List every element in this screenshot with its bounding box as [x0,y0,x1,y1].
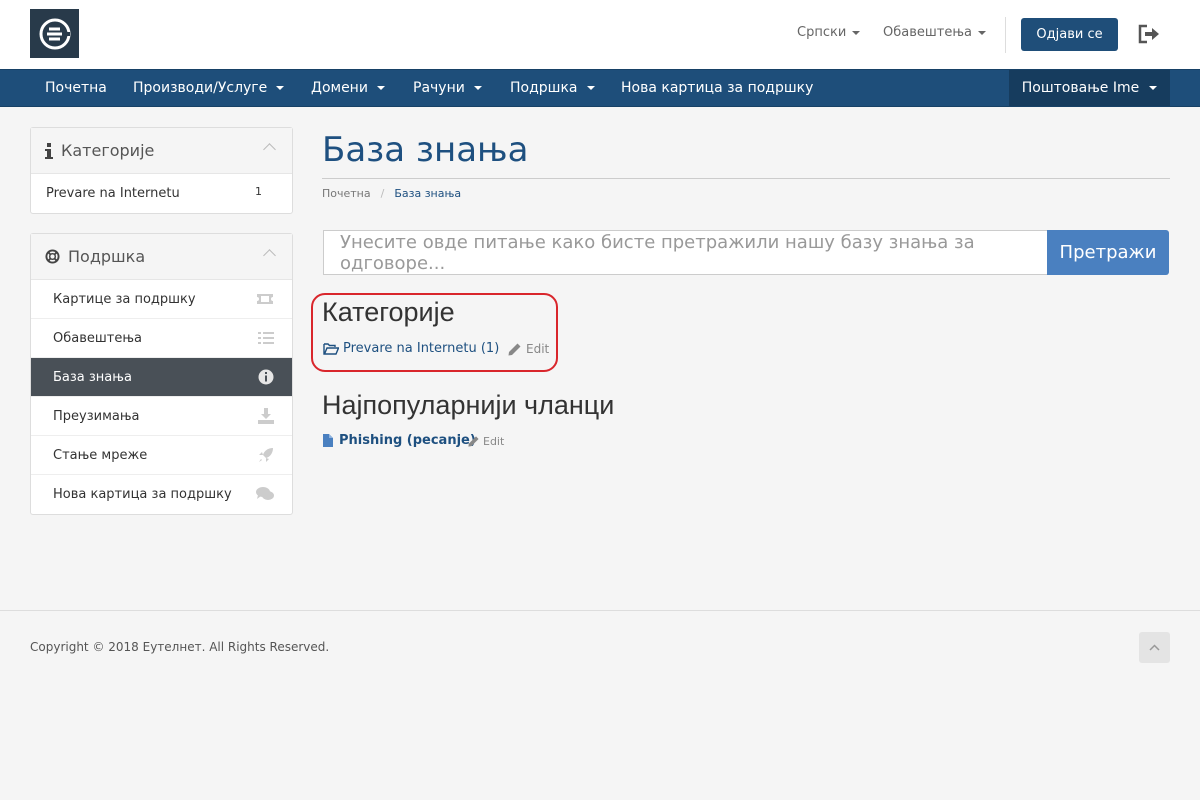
caret-down-icon [473,86,482,90]
edit-label: Edit [483,435,505,448]
nav-products-label: Производи/Услуге [133,80,268,96]
article-link[interactable]: Phishing (pecanje) [323,433,476,448]
article-link-label: Phishing (pecanje) [339,433,476,448]
logo-icon [39,18,70,49]
logo[interactable] [30,9,79,58]
breadcrumb: Почетна / База знања [322,187,461,200]
chevron-up-icon[interactable] [263,143,276,156]
sidebar-item-downloads[interactable]: Преузимања [31,397,292,436]
logout-button[interactable]: Одјави се [1021,18,1118,51]
nav-domains[interactable]: Домени [311,70,385,106]
nav-home[interactable]: Почетна [45,70,107,106]
support-panel-title: Подршка [68,247,146,266]
info-circle-icon [258,369,274,385]
sidebar-item-label: Нова картица за подршку [53,487,232,502]
breadcrumb-separator: / [380,187,385,200]
search-input[interactable]: Унесите овде питање како бисте претражил… [323,230,1048,275]
sidebar-item-announcements[interactable]: Обавештења [31,319,292,358]
file-icon [323,434,333,447]
sidebar-category-item[interactable]: Prevare na Internetu 1 [31,174,292,213]
copyright-text: Copyright © 2018 Еутелнет. All Rights Re… [30,640,330,654]
category-link-label: Prevare na Internetu (1) [343,341,500,356]
main-nav: Почетна Производи/Услуге Домени Рачуни П… [0,69,1200,107]
sidebar-item-knowledgebase[interactable]: База знања [31,358,292,397]
category-edit-link[interactable]: Edit [508,342,549,356]
nav-billing-label: Рачуни [413,80,465,96]
sidebar-item-tickets[interactable]: Картице за подршку [31,280,292,319]
caret-down-icon [586,86,595,90]
article-edit-link[interactable]: Edit [468,435,504,448]
category-count-badge: 1 [255,185,262,198]
caret-down-icon [376,86,385,90]
pencil-icon [468,436,479,447]
sidebar-item-open-ticket[interactable]: Нова картица за подршку [31,475,292,514]
caret-down-icon [852,30,861,35]
notifications-dropdown[interactable]: Обавештења [883,25,986,40]
popular-articles-heading: Најпопуларнији чланци [322,390,615,420]
rocket-icon [259,448,273,462]
sidebar-item-label: Обавештења [53,330,142,346]
sidebar-category-label: Prevare na Internetu [46,186,180,201]
categories-panel: Категорије Prevare na Internetu 1 [30,127,293,214]
nav-domains-label: Домени [311,80,368,96]
category-link[interactable]: Prevare na Internetu (1) [323,341,499,356]
caret-down-icon [276,86,285,90]
nav-products[interactable]: Производи/Услуге [133,70,285,106]
ticket-icon [257,294,273,304]
list-icon [258,332,274,344]
language-label: Српски [797,25,847,40]
nav-billing[interactable]: Рачуни [413,70,482,106]
sidebar-item-label: База знања [53,369,132,385]
sign-out-icon[interactable] [1137,24,1161,44]
nav-home-label: Почетна [45,80,107,96]
comments-icon [256,487,274,500]
nav-support-label: Подршка [510,80,578,96]
notifications-label: Обавештења [883,25,972,40]
folder-open-icon [323,343,339,355]
info-icon [45,142,53,159]
chevron-up-icon[interactable] [263,249,276,262]
caret-down-icon [978,30,986,35]
pencil-icon [508,343,521,355]
caret-down-icon [1149,86,1158,90]
nav-open-ticket-label: Нова картица за подршку [621,80,814,96]
title-divider [322,178,1170,179]
nav-account-label: Поштовање Ime [1021,80,1140,96]
sidebar-item-label: Картице за подршку [53,291,196,307]
language-dropdown[interactable]: Српски [797,25,861,40]
chevron-up-icon [1149,644,1160,651]
sidebar-item-network-status[interactable]: Стање мреже [31,436,292,475]
sidebar-item-label: Преузимања [53,408,140,424]
breadcrumb-current[interactable]: База знања [394,187,461,200]
categories-panel-title: Категорије [61,141,155,160]
nav-open-ticket[interactable]: Нова картица за подршку [621,70,813,106]
edit-label: Edit [526,342,550,356]
search-button[interactable]: Претражи [1047,230,1169,275]
back-to-top-button[interactable] [1139,632,1170,663]
nav-support[interactable]: Подршка [510,70,595,106]
support-panel-header[interactable]: Подршка [31,234,292,280]
support-panel: Подршка Картице за подршку Обавештења Ба… [30,233,293,515]
top-header: Српски Обавештења Одјави се [0,0,1200,69]
categories-heading: Категорије [322,297,455,327]
nav-account-dropdown[interactable]: Поштовање Ime [1009,70,1170,106]
categories-panel-header[interactable]: Категорије [31,128,292,174]
page-title: База знања [322,130,529,170]
sidebar-item-label: Стање мреже [53,447,148,463]
life-ring-icon [45,249,60,264]
header-divider [1005,17,1006,53]
breadcrumb-home[interactable]: Почетна [322,187,371,200]
footer: Copyright © 2018 Еутелнет. All Rights Re… [0,610,1200,800]
download-icon [258,408,274,424]
